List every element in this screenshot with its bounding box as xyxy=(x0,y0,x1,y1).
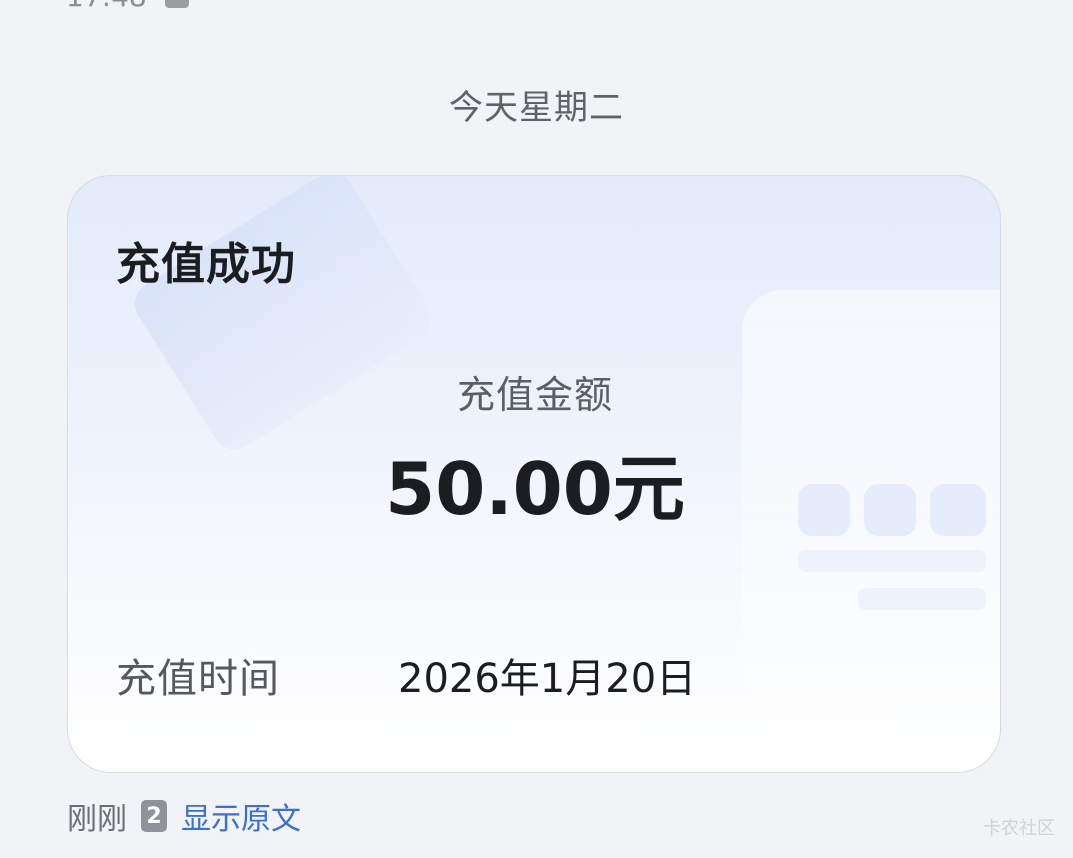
amount-label: 充值金额 xyxy=(456,373,613,417)
show-original-link[interactable]: 显示原文 xyxy=(181,794,301,838)
recharge-time-value: 2026年1月20日 xyxy=(398,656,697,702)
card-decoration-line xyxy=(798,550,986,572)
date-separator: 今天星期二 xyxy=(449,88,624,128)
previous-message-time: 17:48 xyxy=(66,0,147,13)
previous-message-meta: 17:48 xyxy=(66,0,189,13)
message-footer: 刚刚 2 显示原文 xyxy=(67,794,301,838)
card-title: 充值成功 xyxy=(116,239,296,290)
amount-value: 50.00元 xyxy=(385,447,685,531)
recharge-time-label: 充值时间 xyxy=(116,656,280,702)
sim-card-2-icon: 2 xyxy=(141,800,167,832)
card-decoration-line xyxy=(858,588,986,610)
recharge-notification-card[interactable]: 充值成功 充值金额 50.00元 充值时间 2026年1月20日 xyxy=(67,175,1001,773)
watermark-text: 卡农社区 xyxy=(983,818,1055,839)
sim-icon xyxy=(164,0,189,8)
message-time-ago: 刚刚 xyxy=(67,802,127,837)
